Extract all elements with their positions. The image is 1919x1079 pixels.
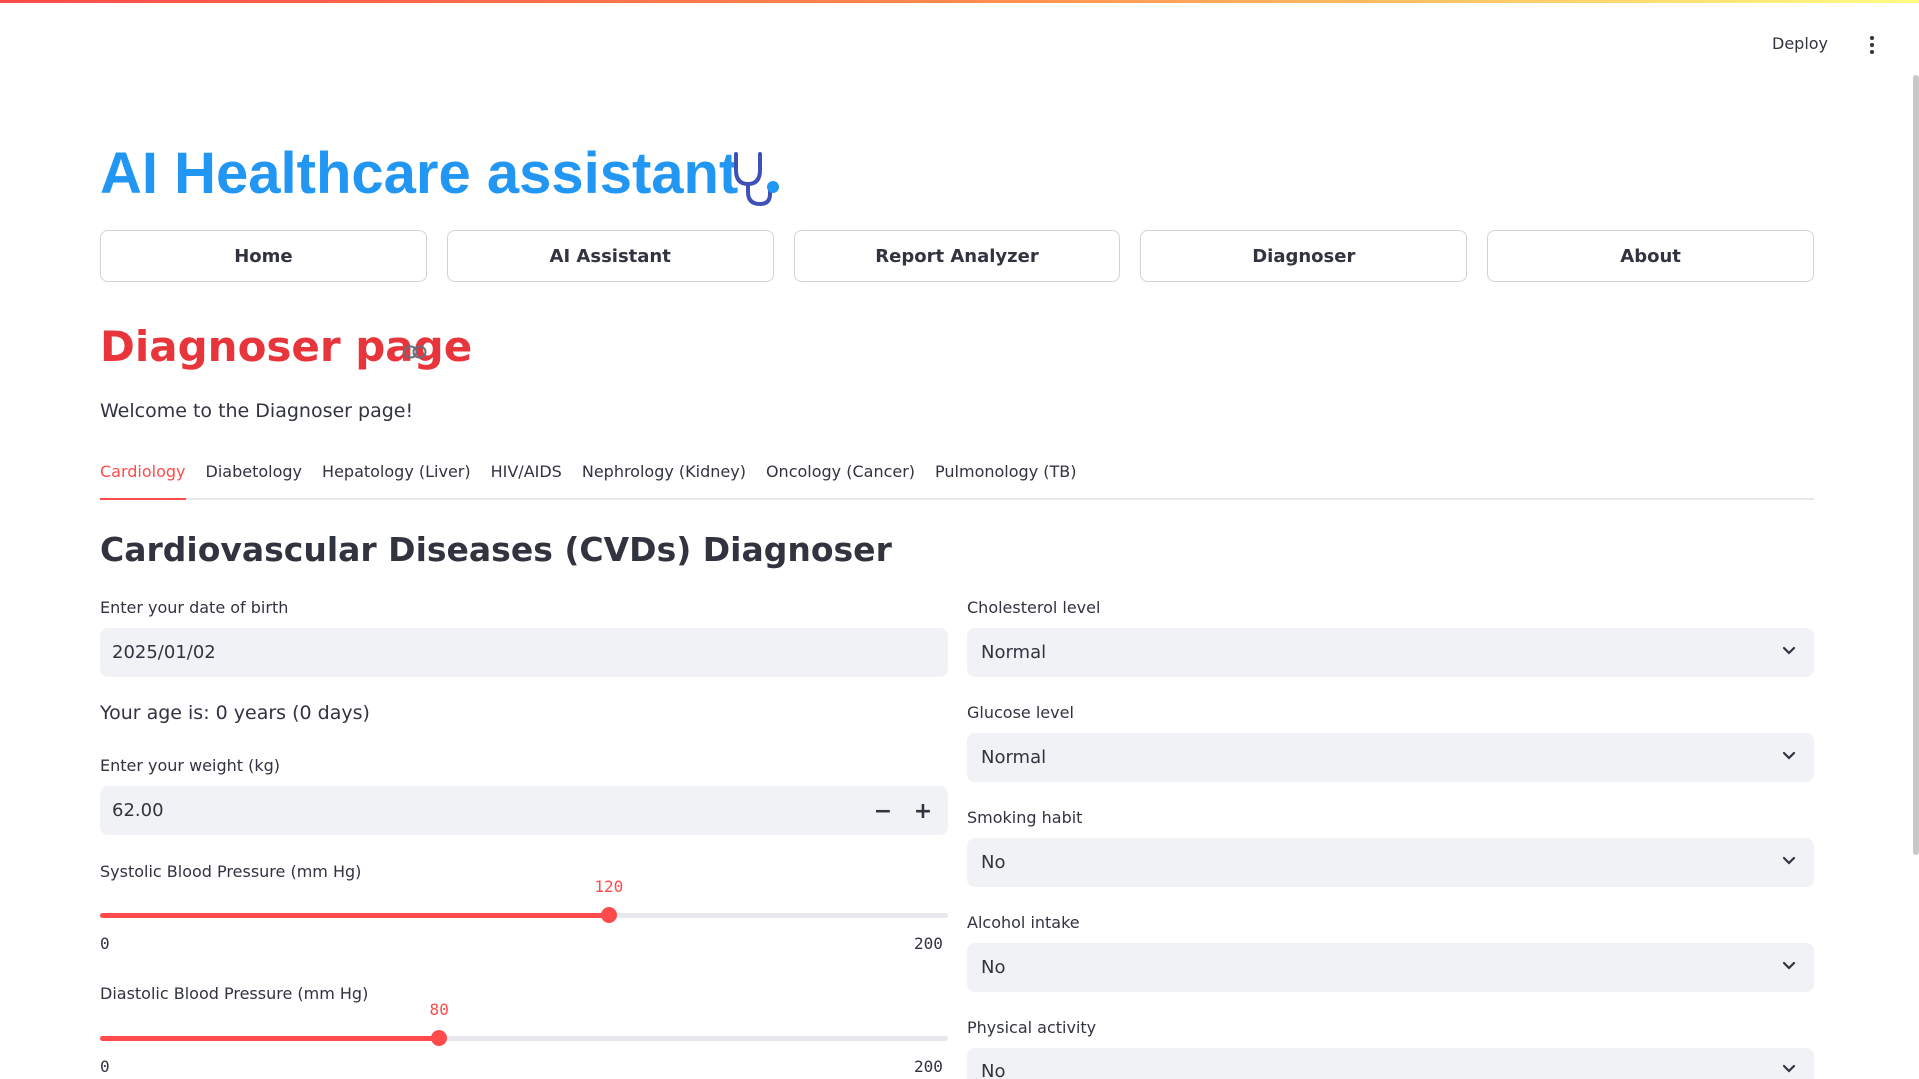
- alcohol-select[interactable]: No: [967, 943, 1814, 992]
- glucose-label: Glucose level: [967, 703, 1074, 722]
- kebab-menu-icon[interactable]: [1864, 34, 1880, 56]
- app-title: AI Healthcare assistant: [100, 141, 739, 206]
- dob-input[interactable]: 2025/01/02: [100, 628, 948, 677]
- specialty-tabs: Cardiology Diabetology Hepatology (Liver…: [100, 460, 1814, 500]
- nav-home-button[interactable]: Home: [100, 230, 427, 282]
- diastolic-slider-value: 80: [429, 1000, 449, 1019]
- systolic-label: Systolic Blood Pressure (mm Hg): [100, 862, 362, 881]
- weight-label: Enter your weight (kg): [100, 756, 281, 775]
- systolic-max-label: 200: [914, 934, 943, 953]
- glucose-select[interactable]: Normal: [967, 733, 1814, 782]
- tab-diabetology[interactable]: Diabetology: [206, 460, 303, 500]
- diastolic-slider-thumb[interactable]: [431, 1030, 448, 1046]
- dob-label: Enter your date of birth: [100, 598, 289, 617]
- age-text: Your age is: 0 years (0 days): [100, 702, 370, 724]
- nav-ai-assistant-button[interactable]: AI Assistant: [446, 230, 774, 282]
- cholesterol-select[interactable]: Normal: [967, 628, 1814, 677]
- nav-diagnoser-button[interactable]: Diagnoser: [1140, 230, 1468, 282]
- diastolic-slider[interactable]: 80: [100, 1000, 948, 1046]
- tab-hepatology[interactable]: Hepatology (Liver): [322, 460, 471, 500]
- glucose-value: Normal: [981, 747, 1047, 768]
- systolic-min-label: 0: [100, 934, 110, 953]
- tab-nephrology[interactable]: Nephrology (Kidney): [582, 460, 746, 500]
- activity-value: No: [981, 1061, 1006, 1079]
- diastolic-max-label: 200: [914, 1057, 943, 1076]
- link-icon[interactable]: [403, 345, 427, 359]
- chevron-down-icon: [1782, 646, 1796, 655]
- deploy-button[interactable]: Deploy: [1772, 34, 1828, 53]
- tab-cardiology[interactable]: Cardiology: [100, 460, 186, 500]
- nav-bar: Home AI Assistant Report Analyzer Diagno…: [100, 230, 1814, 282]
- smoking-value: No: [981, 852, 1006, 873]
- smoking-label: Smoking habit: [967, 808, 1083, 827]
- activity-label: Physical activity: [967, 1018, 1097, 1037]
- weight-input[interactable]: 62.00 − +: [100, 786, 948, 835]
- stethoscope-icon: [734, 152, 779, 207]
- chevron-down-icon: [1782, 856, 1796, 865]
- tab-pulmonology[interactable]: Pulmonology (TB): [935, 460, 1076, 500]
- cholesterol-value: Normal: [981, 642, 1047, 663]
- alcohol-value: No: [981, 957, 1006, 978]
- smoking-select[interactable]: No: [967, 838, 1814, 887]
- systolic-slider[interactable]: 120: [100, 877, 948, 923]
- top-decoration-bar: [0, 0, 1919, 3]
- weight-value: 62.00: [112, 800, 164, 821]
- section-title: Cardiovascular Diseases (CVDs) Diagnoser: [100, 530, 892, 569]
- increment-button[interactable]: +: [908, 796, 938, 826]
- diastolic-label: Diastolic Blood Pressure (mm Hg): [100, 984, 369, 1003]
- alcohol-label: Alcohol intake: [967, 913, 1080, 932]
- welcome-text: Welcome to the Diagnoser page!: [100, 400, 414, 422]
- diastolic-min-label: 0: [100, 1057, 110, 1076]
- systolic-slider-fill: [100, 913, 609, 918]
- activity-select[interactable]: No: [967, 1048, 1814, 1079]
- tab-hiv-aids[interactable]: HIV/AIDS: [491, 460, 562, 500]
- chevron-down-icon: [1782, 961, 1796, 970]
- systolic-slider-thumb[interactable]: [600, 907, 617, 923]
- page-scrollbar[interactable]: [1913, 75, 1919, 855]
- chevron-down-icon: [1782, 751, 1796, 760]
- tab-oncology[interactable]: Oncology (Cancer): [766, 460, 915, 500]
- decrement-button[interactable]: −: [868, 796, 898, 826]
- systolic-slider-value: 120: [594, 877, 624, 896]
- nav-report-analyzer-button[interactable]: Report Analyzer: [793, 230, 1121, 282]
- nav-about-button[interactable]: About: [1487, 230, 1814, 282]
- cholesterol-label: Cholesterol level: [967, 598, 1101, 617]
- chevron-down-icon: [1782, 1064, 1796, 1073]
- diastolic-slider-fill: [100, 1036, 440, 1041]
